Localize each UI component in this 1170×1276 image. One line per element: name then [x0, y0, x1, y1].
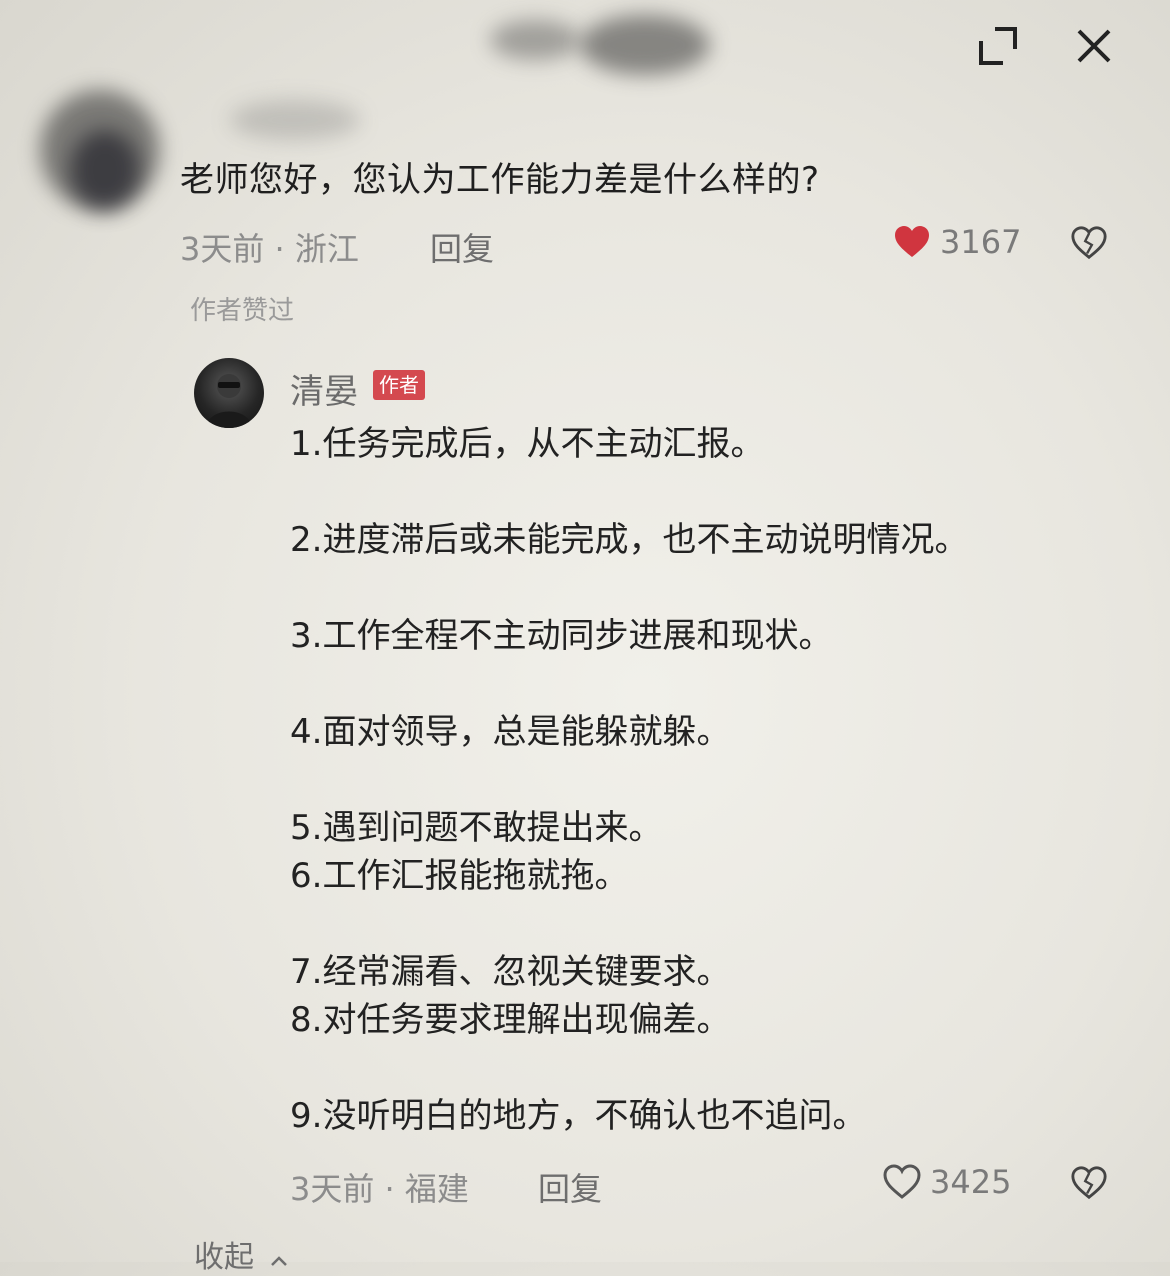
comment-like-button[interactable]: 3167 [892, 222, 1021, 262]
heart-outline-icon [882, 1162, 922, 1202]
author-badge: 作者 [373, 370, 425, 400]
expand-icon[interactable] [970, 18, 1026, 74]
author-name[interactable]: 清晏 [290, 364, 358, 413]
collapse-button[interactable]: 收起 [194, 1232, 288, 1276]
reply-like-count: 3425 [930, 1163, 1012, 1201]
avatar[interactable] [194, 358, 264, 428]
reply-like-button[interactable]: 3425 [882, 1162, 1011, 1202]
reply-reply-button[interactable]: 回复 [538, 1164, 602, 1210]
close-icon[interactable] [1066, 18, 1122, 74]
chevron-up-icon [270, 1241, 288, 1276]
reply-meta: 3天前 · 福建 [290, 1170, 469, 1208]
comment-dislike-button[interactable] [1070, 224, 1108, 266]
reply-dislike-button[interactable] [1070, 1164, 1108, 1206]
broken-heart-icon [1070, 1166, 1108, 1206]
broken-heart-icon [1070, 226, 1108, 266]
heart-filled-icon [892, 222, 932, 262]
reply-text: 1.任务完成后，从不主动汇报。 2.进度滞后或未能完成，也不主动说明情况。 3.… [290, 424, 969, 1136]
comment-like-count: 3167 [940, 223, 1022, 261]
comment-text: 老师您好，您认为工作能力差是什么样的? [180, 160, 820, 200]
comment-reply-button[interactable]: 回复 [430, 224, 494, 270]
collapse-label: 收起 [194, 1240, 254, 1275]
author-liked-label: 作者赞过 [190, 296, 295, 326]
comment-meta: 3天前 · 浙江 [180, 230, 359, 268]
